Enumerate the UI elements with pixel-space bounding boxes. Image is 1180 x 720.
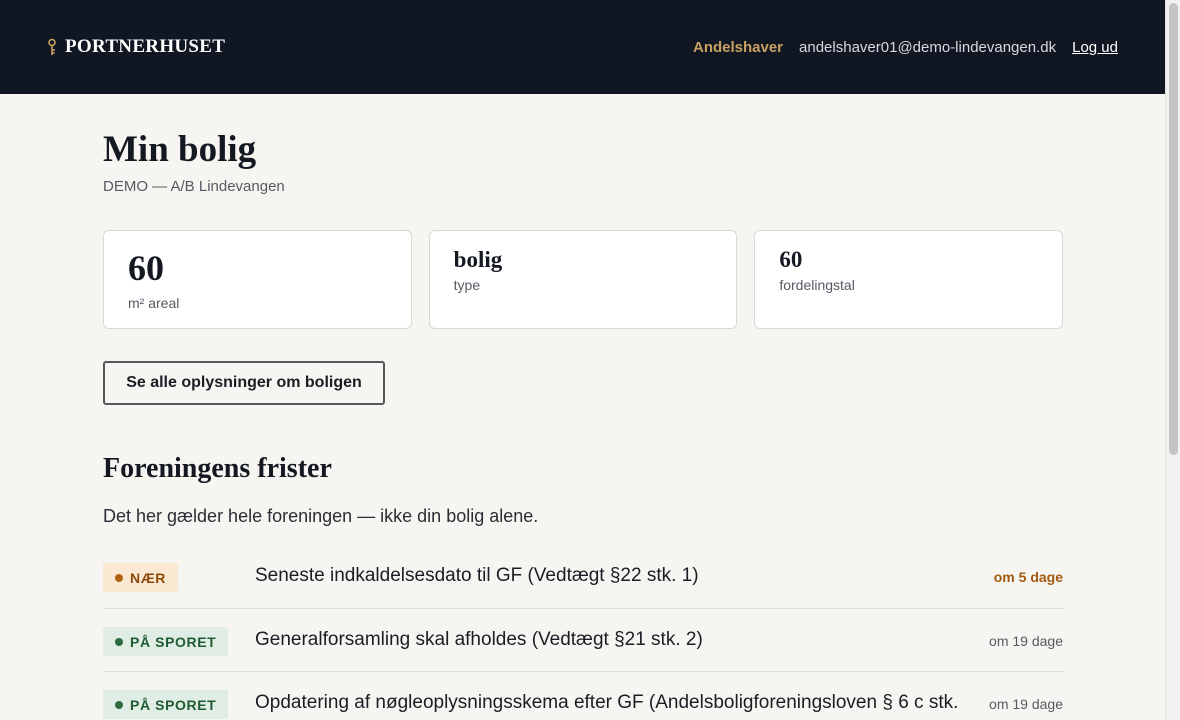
logout-link[interactable]: Log ud [1072, 39, 1118, 56]
brand[interactable]: PORTNERHUSET [46, 36, 225, 58]
view-details-button[interactable]: Se alle oplysninger om boligen [103, 361, 385, 405]
status-badge: NÆR [103, 563, 179, 592]
status-badge: PÅ SPORET [103, 690, 229, 719]
stat-label: m² areal [128, 295, 180, 311]
deadline-list: NÆR Seneste indkaldelsesdato til GF (Ved… [103, 545, 1063, 720]
section-title: Foreningens frister [103, 453, 332, 484]
status-badge-label: PÅ SPORET [130, 696, 217, 713]
status-dot-icon [115, 573, 123, 582]
status-dot-icon [115, 700, 123, 709]
deadline-row[interactable]: NÆR Seneste indkaldelsesdato til GF (Ved… [103, 545, 1063, 609]
deadline-row[interactable]: PÅ SPORET Generalforsamling skal afholde… [103, 609, 1063, 672]
deadline-row[interactable]: PÅ SPORET Opdatering af nøgleoplysningss… [103, 672, 1063, 720]
user-nav: Andelshaver andelshaver01@demo-lindevang… [693, 39, 1118, 56]
stat-label: fordelingstal [779, 277, 855, 293]
stat-card-distribution: 60 fordelingstal [754, 230, 1064, 329]
stat-cards: 60 m² areal bolig type 60 fordelingstal [103, 230, 1064, 329]
deadline-due: om 19 dage [969, 633, 1063, 649]
stat-value: 60 [779, 247, 803, 272]
stat-card-area: 60 m² areal [103, 230, 412, 329]
deadline-due: om 19 dage [969, 696, 1063, 712]
stat-label: type [453, 277, 481, 293]
top-bar: PORTNERHUSET Andelshaver andelshaver01@d… [0, 0, 1165, 94]
deadline-title: Opdatering af nøgleoplysningsskema efter… [255, 692, 959, 713]
user-role: Andelshaver [692, 38, 784, 56]
deadline-title: Seneste indkaldelsesdato til GF (Vedtægt… [255, 565, 699, 586]
page-subtitle: DEMO — A/B Lindevangen [103, 178, 285, 195]
status-dot-icon [115, 637, 123, 646]
stat-card-type: bolig type [428, 230, 738, 329]
brand-name: PORTNERHUSET [65, 36, 226, 57]
stat-value: 60 [128, 248, 164, 288]
stat-value: bolig [453, 247, 503, 272]
status-badge-label: NÆR [130, 569, 167, 586]
status-badge-label: PÅ SPORET [130, 633, 217, 650]
scrollbar-thumb[interactable] [1169, 3, 1178, 455]
key-icon [48, 38, 56, 55]
page-scrollbar[interactable] [1165, 0, 1180, 720]
section-lead: Det her gælder hele foreningen — ikke di… [103, 506, 539, 526]
deadline-due: om 5 dage [973, 569, 1063, 585]
page-title: Min bolig [103, 129, 257, 170]
deadline-title: Generalforsamling skal afholdes (Vedtægt… [255, 629, 703, 650]
status-badge: PÅ SPORET [103, 627, 229, 656]
user-email: andelshaver01@demo-lindevangen.dk [799, 38, 1057, 56]
